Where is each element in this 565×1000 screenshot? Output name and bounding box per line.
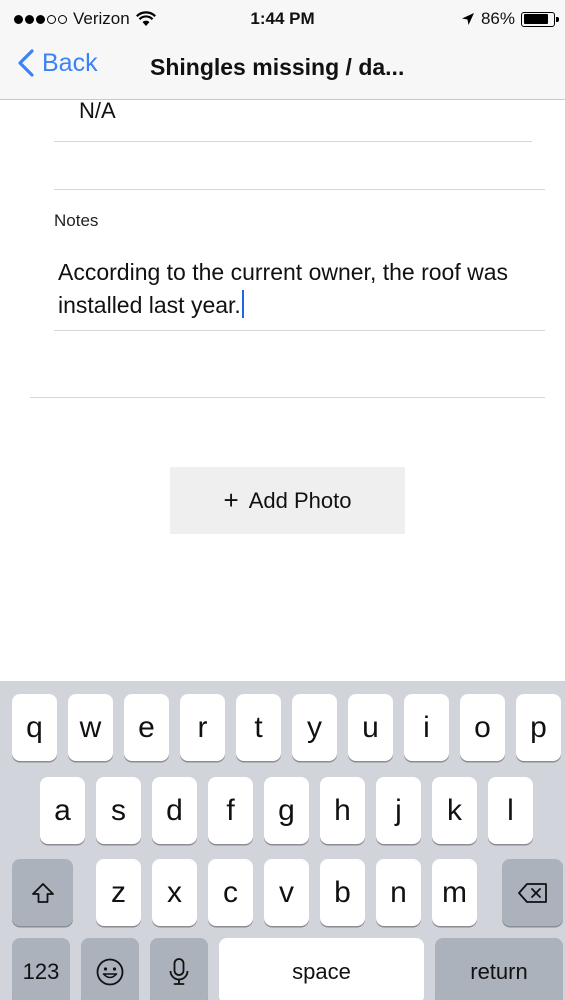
page-title: Shingles missing / da... <box>150 54 405 80</box>
dictation-key[interactable] <box>150 938 208 1000</box>
key-m[interactable]: m <box>432 859 477 926</box>
section-divider <box>30 397 545 398</box>
notes-textarea[interactable]: According to the current owner, the roof… <box>58 256 528 322</box>
key-p[interactable]: p <box>516 694 561 761</box>
previous-field-value[interactable]: N/A <box>79 98 116 124</box>
emoji-key[interactable] <box>81 938 139 1000</box>
notes-label: Notes <box>54 211 99 230</box>
return-key[interactable]: return <box>435 938 563 1000</box>
key-f[interactable]: f <box>208 777 253 844</box>
key-r[interactable]: r <box>180 694 225 761</box>
numbers-key[interactable]: 123 <box>12 938 70 1000</box>
add-photo-label: Add Photo <box>248 487 352 513</box>
microphone-icon <box>169 957 189 985</box>
key-c[interactable]: c <box>208 859 253 926</box>
field-divider <box>54 189 545 190</box>
key-k[interactable]: k <box>432 777 477 844</box>
key-t[interactable]: t <box>236 694 281 761</box>
battery-icon <box>521 11 559 27</box>
key-e[interactable]: e <box>124 694 169 761</box>
key-z[interactable]: z <box>96 859 141 926</box>
key-l[interactable]: l <box>488 777 533 844</box>
key-v[interactable]: v <box>264 859 309 926</box>
key-q[interactable]: q <box>12 694 57 761</box>
key-x[interactable]: x <box>152 859 197 926</box>
shift-key[interactable] <box>12 859 73 926</box>
plus-icon: + <box>223 485 239 515</box>
backspace-icon <box>517 882 547 903</box>
key-j[interactable]: j <box>376 777 421 844</box>
shift-icon <box>31 882 54 903</box>
key-i[interactable]: i <box>404 694 449 761</box>
chevron-left-icon <box>18 49 34 77</box>
key-b[interactable]: b <box>320 859 365 926</box>
back-label: Back <box>42 48 98 77</box>
key-a[interactable]: a <box>40 777 85 844</box>
battery-percentage: 86% <box>480 9 515 28</box>
key-g[interactable]: g <box>264 777 309 844</box>
notes-text: According to the current owner, the roof… <box>58 259 509 318</box>
back-button[interactable]: Back <box>16 48 98 78</box>
status-bar: Verizon 1:44 PM 86% <box>0 0 565 38</box>
emoji-icon <box>96 958 124 985</box>
key-h[interactable]: h <box>320 777 365 844</box>
key-d[interactable]: d <box>152 777 197 844</box>
key-n[interactable]: n <box>376 859 421 926</box>
key-s[interactable]: s <box>96 777 141 844</box>
key-u[interactable]: u <box>348 694 393 761</box>
key-o[interactable]: o <box>460 694 505 761</box>
battery-group: 86% <box>461 9 559 29</box>
key-w[interactable]: w <box>68 694 113 761</box>
field-divider <box>54 141 532 142</box>
backspace-key[interactable] <box>502 859 563 926</box>
keyboard: q w e r t y u i o p a s d f g h j k l z … <box>0 681 565 1000</box>
text-cursor <box>241 290 244 318</box>
field-divider <box>54 330 545 331</box>
navigation-bar: Back Shingles missing / da... <box>0 38 565 100</box>
space-key[interactable]: space <box>219 938 424 1000</box>
key-y[interactable]: y <box>292 694 337 761</box>
add-photo-button[interactable]: + Add Photo <box>170 467 405 534</box>
location-arrow-icon <box>461 13 474 25</box>
